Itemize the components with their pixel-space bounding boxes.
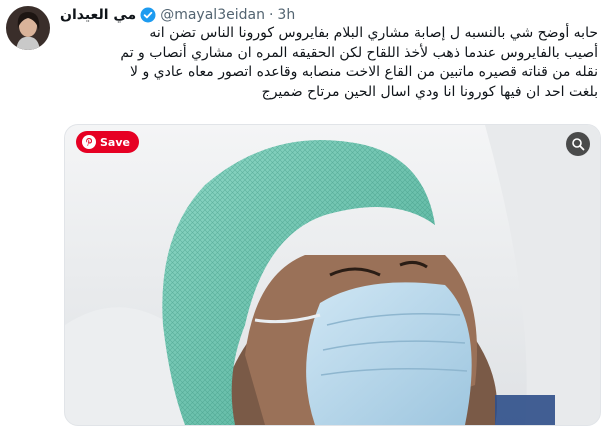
profile-avatar-icon (6, 6, 50, 50)
tweet-text-line: نقله من قناته قصيره ماتبين من القاع الاخ… (130, 64, 598, 80)
pinterest-icon (82, 135, 96, 149)
tweet-photo[interactable] (64, 124, 601, 426)
save-label: Save (100, 135, 130, 149)
tweet-text-line: أصيب بالفايروس عندما ذهب لأخذ اللقاح لكن… (120, 44, 598, 61)
tweet-text-line: بلغت احد ان فيها كورونا انا ودي اسال الح… (261, 83, 598, 100)
pinterest-save-button[interactable]: Save (76, 131, 139, 153)
lens-button[interactable] (566, 132, 590, 156)
verified-badge-icon (140, 7, 156, 23)
tweet-text-line: حابه أوضح شي بالنسبه ل إصابة مشاري البلا… (149, 25, 598, 41)
lens-icon (572, 138, 585, 151)
tweet-header: مي العيدان @mayal3eidan · 3h (60, 5, 295, 25)
hospital-patient-photo (65, 125, 600, 425)
separator-dot: · (268, 7, 274, 23)
display-name[interactable]: مي العيدان (60, 7, 136, 23)
avatar[interactable] (6, 6, 50, 50)
user-handle[interactable]: @mayal3eidan (160, 7, 265, 23)
tweet-text: حابه أوضح شي بالنسبه ل إصابة مشاري البلا… (64, 24, 598, 102)
timestamp[interactable]: 3h (277, 7, 295, 23)
tweet: مي العيدان @mayal3eidan · 3h حابه أوضح ش… (0, 0, 604, 430)
